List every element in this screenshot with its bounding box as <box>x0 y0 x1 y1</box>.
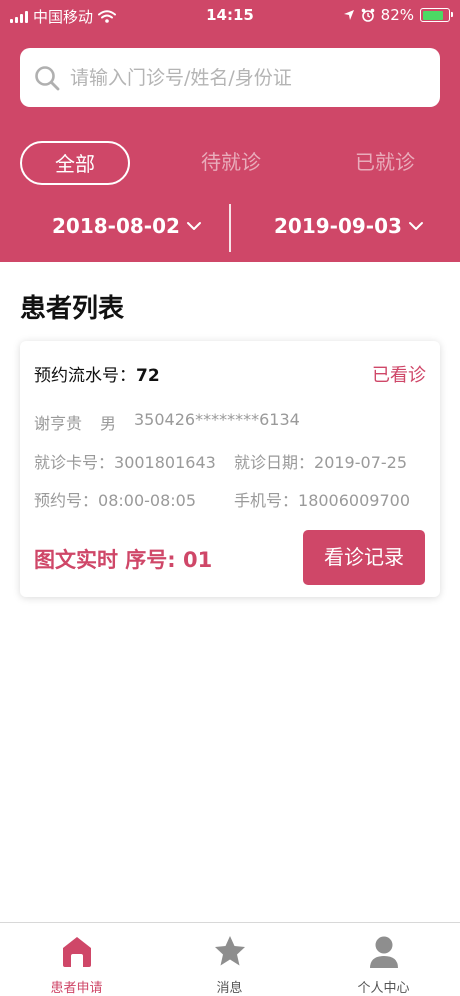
phone-value: 18006009700 <box>298 491 410 510</box>
phone-number: 手机号：18006009700 <box>234 487 410 511</box>
bottom-nav: 患者申请 消息 个人中心 <box>0 922 460 996</box>
person-icon <box>370 936 398 968</box>
search-input[interactable] <box>70 66 410 89</box>
tab-completed[interactable]: 已就诊 <box>335 141 435 185</box>
view-record-button[interactable]: 看诊记录 <box>303 530 425 585</box>
patient-name: 谢亨贵 <box>34 414 83 433</box>
serial-label: 预约流水号： <box>34 366 136 386</box>
patient-gender: 男 <box>100 414 117 433</box>
nav-label-messages: 消息 <box>216 981 243 996</box>
tab-all[interactable]: 全部 <box>20 141 130 185</box>
card-number-value: 3001801643 <box>114 453 216 472</box>
nav-label-profile: 个人中心 <box>357 981 410 996</box>
battery-icon <box>420 8 453 22</box>
serial-number: 预约流水号：72 <box>34 361 160 386</box>
start-date-select[interactable]: 2018-08-02 <box>52 214 202 238</box>
start-date-value: 2018-08-02 <box>52 214 180 238</box>
location-icon <box>343 10 354 20</box>
appointment-value: 08:00-08:05 <box>98 491 197 510</box>
visit-date-value: 2019-07-25 <box>314 453 407 472</box>
card-number-label: 就诊卡号： <box>34 453 115 472</box>
visit-date-label: 就诊日期： <box>234 453 315 472</box>
nav-label-patient-requests: 患者申请 <box>50 981 103 996</box>
chevron-down-icon <box>186 222 201 230</box>
search-box[interactable] <box>20 48 440 107</box>
visit-date: 就诊日期：2019-07-25 <box>234 449 407 473</box>
status-right: 82% <box>343 6 453 24</box>
search-icon <box>35 65 60 90</box>
consult-type: 图文实时 序号: 01 <box>34 548 213 572</box>
header-banner: 中国移动 14:15 82% 请输入门诊号/姓名/身份证 全部 待就诊 已就诊 … <box>0 0 460 262</box>
end-date-select[interactable]: 2019-09-03 <box>274 214 424 238</box>
appointment-label: 预约号： <box>34 491 99 510</box>
page-title: 患者列表 <box>20 294 125 324</box>
tab-pending[interactable]: 待就诊 <box>181 141 281 185</box>
date-range: 2018-08-02 2019-09-03 <box>0 204 460 252</box>
date-divider <box>229 204 231 252</box>
appointment-number: 预约号：08:00-08:05 <box>34 487 196 511</box>
home-icon <box>63 937 91 967</box>
nav-item-messages[interactable]: 消息 <box>153 923 306 996</box>
alarm-icon <box>361 8 374 22</box>
serial-value: 72 <box>136 366 160 386</box>
card-number: 就诊卡号：3001801643 <box>34 449 216 473</box>
status-badge: 已看诊 <box>372 365 426 386</box>
chevron-down-icon <box>408 222 423 230</box>
patient-id-number: 350426********6134 <box>134 410 300 429</box>
patient-card[interactable]: 预约流水号：72 已看诊 谢亨贵 男 350426********6134 就诊… <box>20 341 440 597</box>
phone-label: 手机号： <box>234 491 299 510</box>
star-icon <box>215 936 245 966</box>
end-date-value: 2019-09-03 <box>274 214 402 238</box>
battery-percent: 82% <box>380 6 414 24</box>
status-bar: 中国移动 14:15 82% <box>0 0 460 34</box>
filter-tabs: 全部 待就诊 已就诊 <box>0 141 460 185</box>
nav-item-profile[interactable]: 个人中心 <box>307 923 460 996</box>
nav-item-patient-requests[interactable]: 患者申请 <box>0 923 153 996</box>
